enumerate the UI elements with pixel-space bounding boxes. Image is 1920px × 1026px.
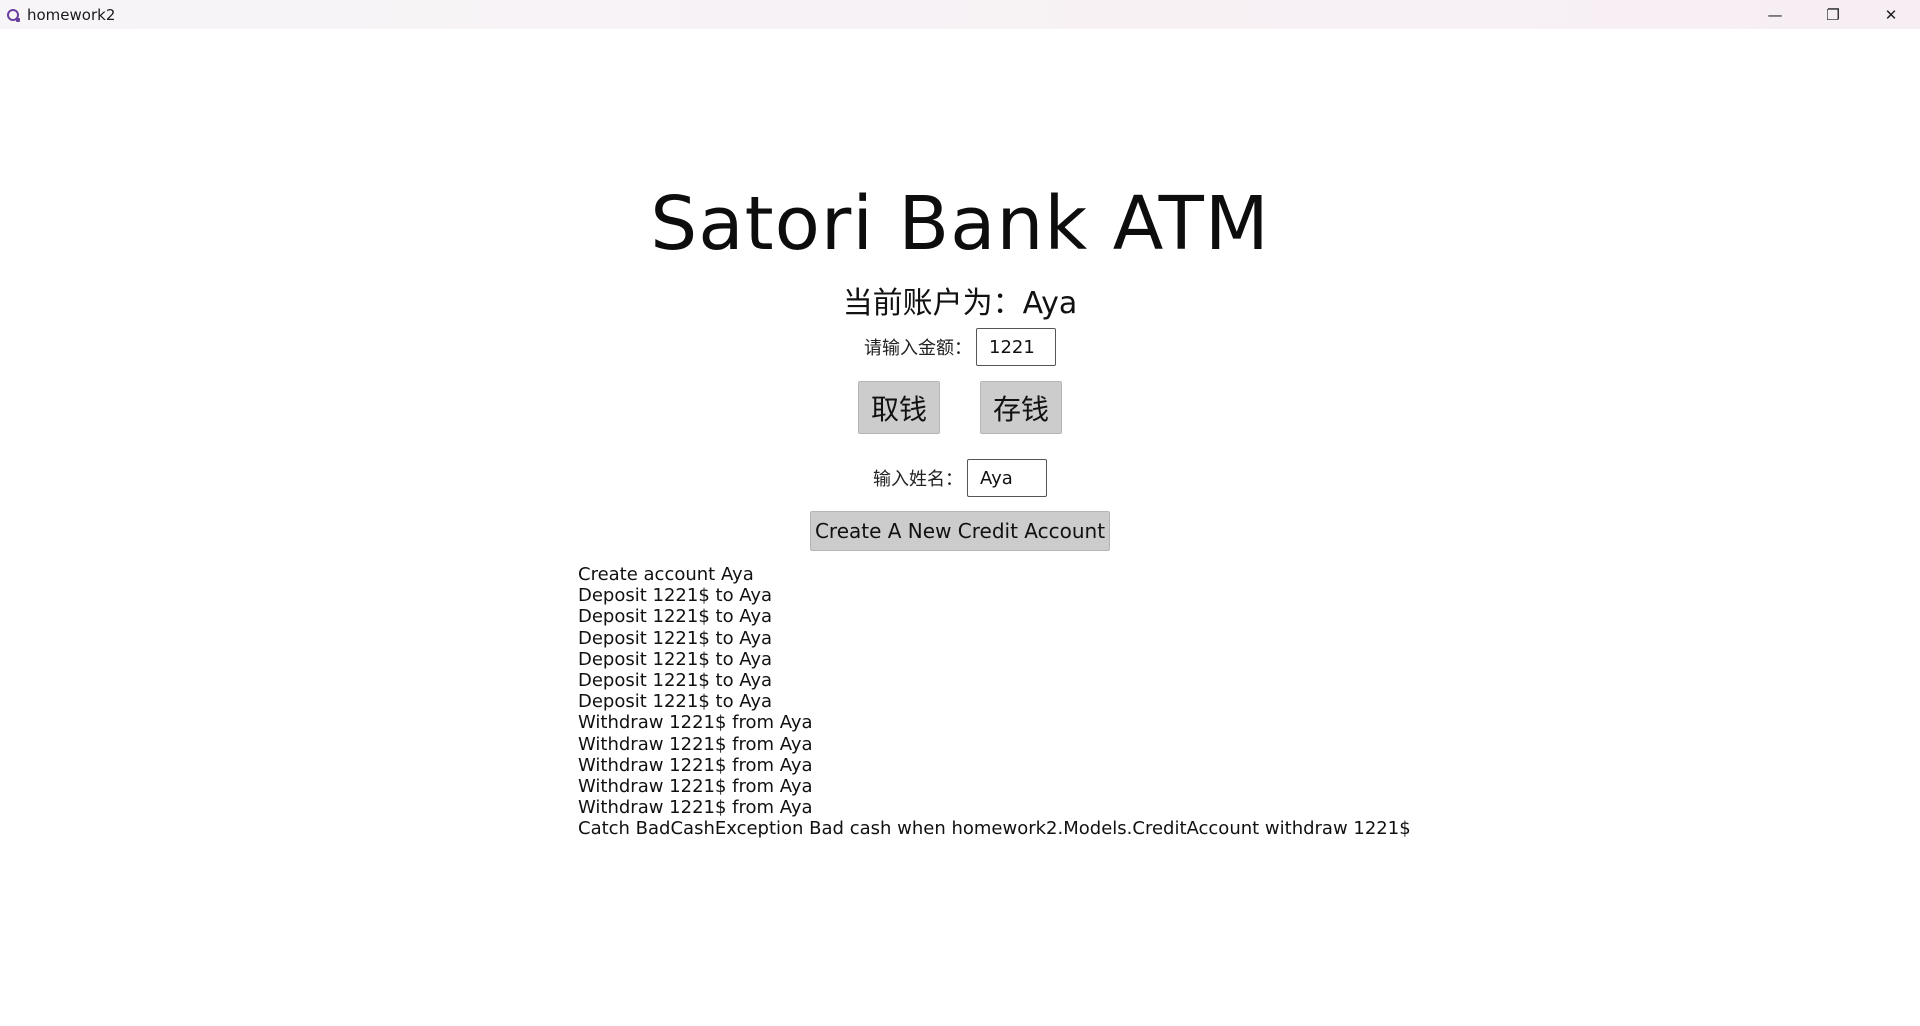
create-row: Create A New Credit Account [0,511,1920,551]
log-line: Deposit 1221$ to Aya [578,670,773,692]
log-line: Withdraw 1221$ from Aya [578,754,813,776]
title-bar[interactable]: homework2 — ❐ ✕ [0,0,1920,29]
log-line: Deposit 1221$ to Aya [578,648,773,670]
log-line: Deposit 1221$ to Aya [578,627,773,649]
log-line: Withdraw 1221$ from Aya [578,712,813,734]
minimize-button[interactable]: — [1746,0,1804,29]
close-icon: ✕ [1884,5,1898,24]
log-line: Withdraw 1221$ from Aya [578,733,813,755]
log-line: Catch BadCashException Bad cash when hom… [578,818,1411,840]
window-controls: — ❐ ✕ [1746,0,1920,29]
log-line: Deposit 1221$ to Aya [578,585,773,607]
create-account-button[interactable]: Create A New Credit Account [810,511,1110,551]
maximize-button[interactable]: ❐ [1804,0,1862,29]
name-input[interactable]: Aya [967,459,1047,497]
name-row: 输入姓名： Aya [0,459,1920,497]
name-label: 输入姓名： [873,469,963,490]
action-buttons: 取钱 存钱 [0,381,1920,434]
log-line: Create account Aya [578,564,754,585]
deposit-button[interactable]: 存钱 [980,381,1062,434]
log-line: Deposit 1221$ to Aya [578,691,773,713]
log-line: Deposit 1221$ to Aya [578,606,773,628]
minimize-icon: — [1767,5,1783,24]
log-line: Withdraw 1221$ from Aya [578,776,813,798]
amount-label: 请输入金额： [864,338,972,359]
page-title: Satori Bank ATM [650,181,1270,267]
current-account-label: 当前账户为：Aya [842,286,1078,321]
withdraw-button[interactable]: 取钱 [858,381,940,434]
restore-icon: ❐ [1826,5,1840,24]
amount-row: 请输入金额： 1221 [0,328,1920,366]
transaction-log: Create account Aya Deposit 1221$ to Aya … [578,564,1411,840]
main-content: Satori Bank ATM 当前账户为：Aya 请输入金额： 1221 取钱… [0,29,1920,1026]
amount-input[interactable]: 1221 [976,328,1056,366]
window-title: homework2 [27,5,116,24]
close-button[interactable]: ✕ [1862,0,1920,29]
app-icon [7,8,20,22]
log-line: Withdraw 1221$ from Aya [578,797,813,819]
